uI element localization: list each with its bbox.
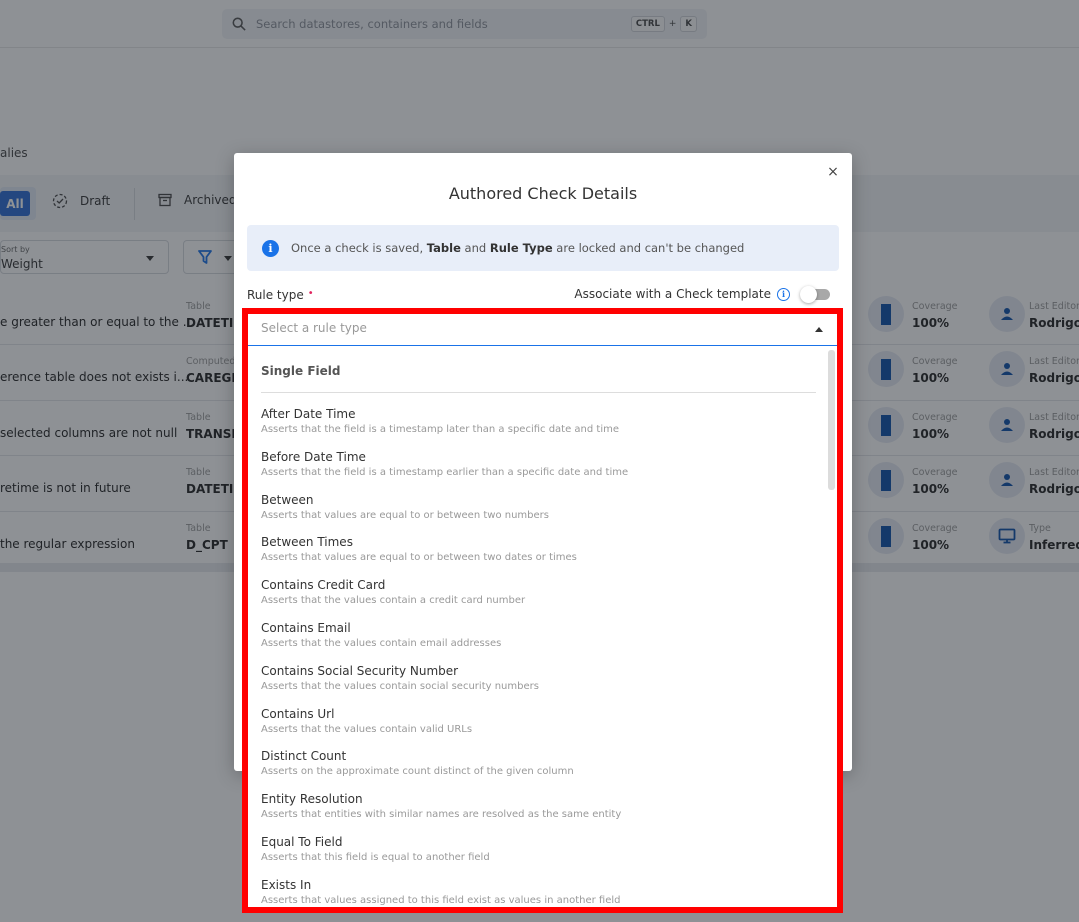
option-title: Between Times [261, 535, 353, 550]
rule-type-option[interactable]: After Date Time Asserts that the field is… [261, 406, 821, 437]
info-banner: i Once a check is saved, Table and Rule … [247, 225, 839, 271]
option-title: Contains Credit Card [261, 578, 386, 593]
option-title: Exists In [261, 877, 312, 892]
close-icon[interactable]: × [826, 165, 840, 179]
rule-type-label: Rule type • [247, 288, 314, 302]
rule-type-options-list[interactable]: Single Field After Date Time Asserts that… [248, 348, 837, 907]
rule-type-option[interactable]: Equal To Field Asserts that this field is… [261, 834, 821, 865]
option-description: Asserts that the field is a timestamp ea… [261, 466, 629, 478]
option-title: Contains Social Security Number [261, 663, 459, 678]
rule-type-input[interactable] [261, 321, 781, 335]
rule-type-option[interactable]: Between Asserts that values are equal to … [261, 492, 821, 523]
rule-type-option[interactable]: Entity Resolution Asserts that entities w… [261, 791, 821, 822]
option-title: Before Date Time [261, 449, 366, 464]
associate-template-label: Associate with a Check template [574, 287, 771, 301]
associate-template-toggle[interactable] [800, 286, 830, 303]
info-circle-icon[interactable]: i [777, 287, 790, 301]
chevron-up-icon[interactable] [815, 327, 823, 332]
option-description: Asserts that this field is equal to anot… [261, 852, 490, 863]
rule-type-option[interactable]: Contains Social Security Number Asserts t… [261, 663, 821, 694]
rule-type-option[interactable]: Before Date Time Asserts that the field i… [261, 449, 821, 480]
rule-type-option[interactable]: Contains Url Asserts that the values cont… [261, 706, 821, 737]
info-icon: i [262, 239, 279, 257]
dialog-title: Authored Check Details [448, 184, 638, 203]
rule-type-dropdown-highlight: Single Field After Date Time Asserts that… [242, 308, 843, 913]
option-description: Asserts that values are equal to or betw… [261, 509, 549, 521]
option-title: After Date Time [261, 407, 356, 421]
option-description: Asserts that the values contain social s… [261, 680, 539, 692]
option-description: Asserts on the approximate count distinc… [261, 766, 574, 778]
option-description: Asserts that values assigned to this fie… [261, 894, 621, 906]
option-description: Asserts that the values contain valid UR… [261, 723, 473, 735]
scrollbar-thumb[interactable] [828, 350, 835, 490]
required-indicator: • [307, 288, 314, 299]
option-description: Asserts that values are equal to or betw… [261, 552, 577, 564]
group-header-single-field: Single Field [261, 364, 341, 378]
rule-type-option[interactable]: Distinct Count Asserts on the approximate… [261, 748, 821, 779]
option-title: Equal To Field [261, 835, 343, 849]
option-title: Contains Url [261, 706, 335, 721]
rule-type-option[interactable]: Between Times Asserts that values are equ… [261, 534, 821, 565]
info-text: Once a check is saved, Table and Rule Ty… [291, 241, 745, 255]
group-divider [261, 392, 816, 393]
rule-type-option[interactable]: Exists In Asserts that values assigned to… [261, 877, 821, 907]
option-title: Between [261, 492, 314, 507]
option-description: Asserts that the values contain a credit… [261, 595, 526, 607]
option-description: Asserts that the field is a timestamp la… [261, 424, 620, 435]
option-title: Entity Resolution [261, 792, 363, 807]
option-description: Asserts that the values contain email ad… [261, 638, 502, 649]
option-title: Contains Email [261, 621, 351, 635]
rule-type-select[interactable] [248, 314, 837, 346]
rule-type-option[interactable]: Contains Credit Card Asserts that the val… [261, 577, 821, 608]
rule-type-option[interactable]: Contains Email Asserts that the values co… [261, 620, 821, 651]
associate-template-control: Associate with a Check template i [574, 286, 830, 303]
option-title: Distinct Count [261, 749, 347, 764]
option-description: Asserts that entities with similar names… [261, 809, 622, 821]
